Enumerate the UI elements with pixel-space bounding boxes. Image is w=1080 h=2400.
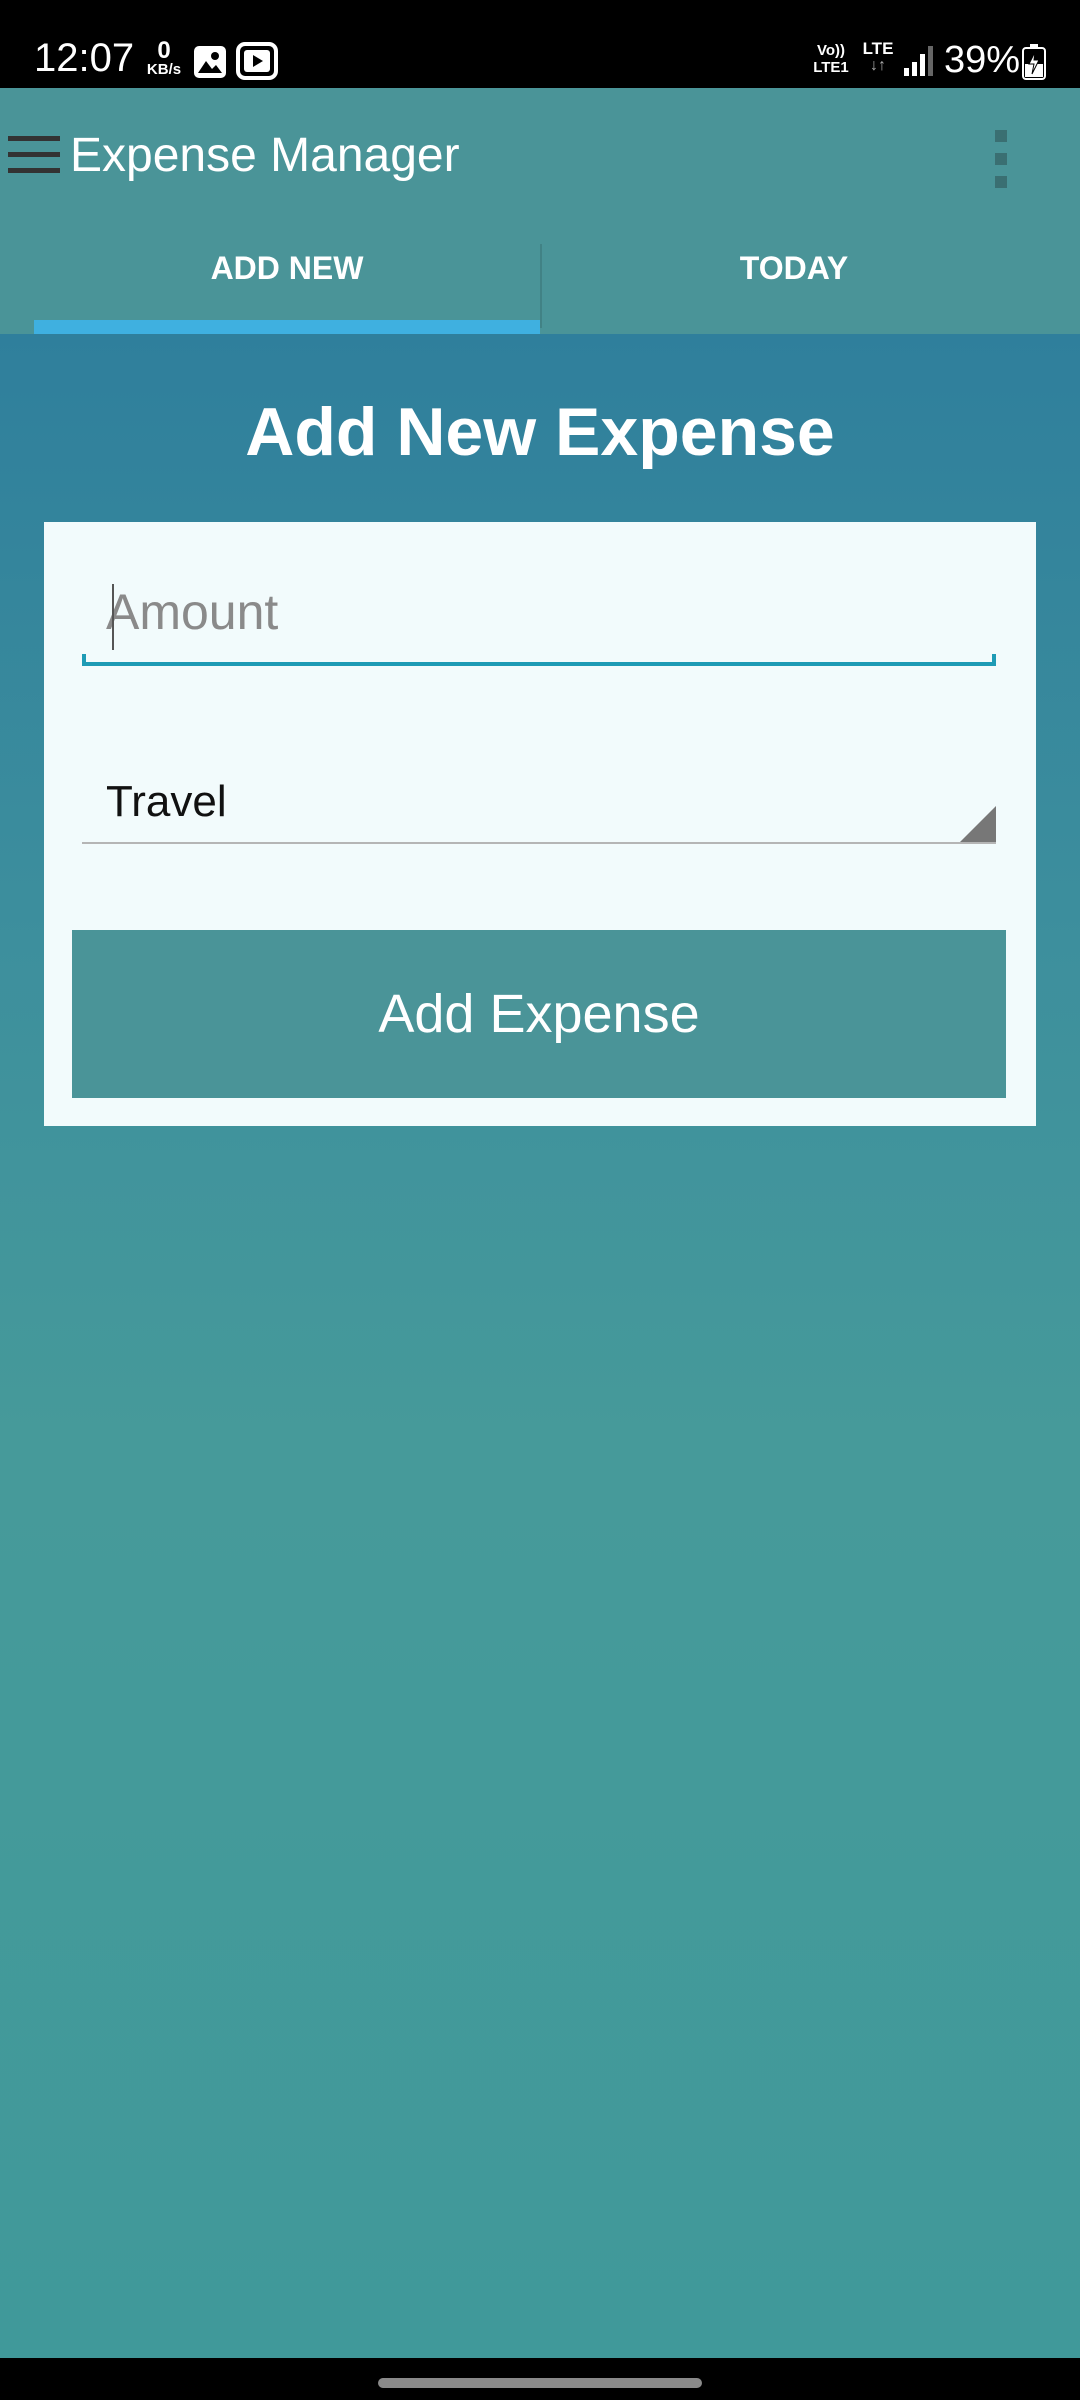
amount-field <box>82 562 996 668</box>
app-screen: 12:07 0 KB/s Vo)) LTE1 LTE ↓↑ 39% Expens… <box>0 0 1080 2400</box>
amount-input[interactable] <box>82 562 996 662</box>
youtube-icon <box>236 42 278 80</box>
status-bar: 12:07 0 KB/s Vo)) LTE1 LTE ↓↑ 39% <box>0 0 1080 88</box>
main-content: Add New Expense Travel Add Expense <box>0 334 1080 2358</box>
navigation-bar <box>0 2358 1080 2400</box>
app-bar: Expense Manager ADD NEW TODAY <box>0 88 1080 334</box>
more-vert-icon[interactable] <box>986 126 1016 192</box>
tab-bar: ADD NEW TODAY <box>0 238 1080 334</box>
add-expense-button[interactable]: Add Expense <box>72 930 1006 1098</box>
expense-form-card: Travel Add Expense <box>44 522 1036 1126</box>
amount-field-underline <box>82 654 996 666</box>
hamburger-menu-icon[interactable] <box>6 134 62 176</box>
dropdown-triangle-icon <box>960 806 996 842</box>
volte-sim-label: LTE1 <box>813 59 849 76</box>
battery-percent: 39% <box>944 39 1021 81</box>
network-speed-value: 0 <box>157 37 171 64</box>
signal-icon <box>904 46 933 76</box>
volte-indicator: Vo)) LTE1 <box>806 42 856 76</box>
text-cursor <box>112 584 114 650</box>
app-title: Expense Manager <box>70 129 460 182</box>
status-time: 12:07 <box>34 36 135 80</box>
category-selected-value: Travel <box>106 777 227 826</box>
gesture-handle[interactable] <box>378 2378 702 2388</box>
volte-label: Vo)) <box>816 42 846 59</box>
category-underline <box>82 842 996 844</box>
photo-icon <box>194 46 226 78</box>
network-speed: 0 KB/s <box>142 37 186 78</box>
network-type: LTE ↓↑ <box>858 40 898 74</box>
battery-charging-icon <box>1022 44 1046 80</box>
tab-today[interactable]: TODAY <box>542 238 1046 334</box>
page-title: Add New Expense <box>245 394 835 470</box>
network-speed-unit: KB/s <box>146 61 182 78</box>
selected-tab-indicator <box>34 320 540 334</box>
network-type-label: LTE <box>862 39 894 58</box>
data-arrows-icon: ↓↑ <box>870 57 886 74</box>
category-spinner[interactable]: Travel <box>82 742 996 846</box>
